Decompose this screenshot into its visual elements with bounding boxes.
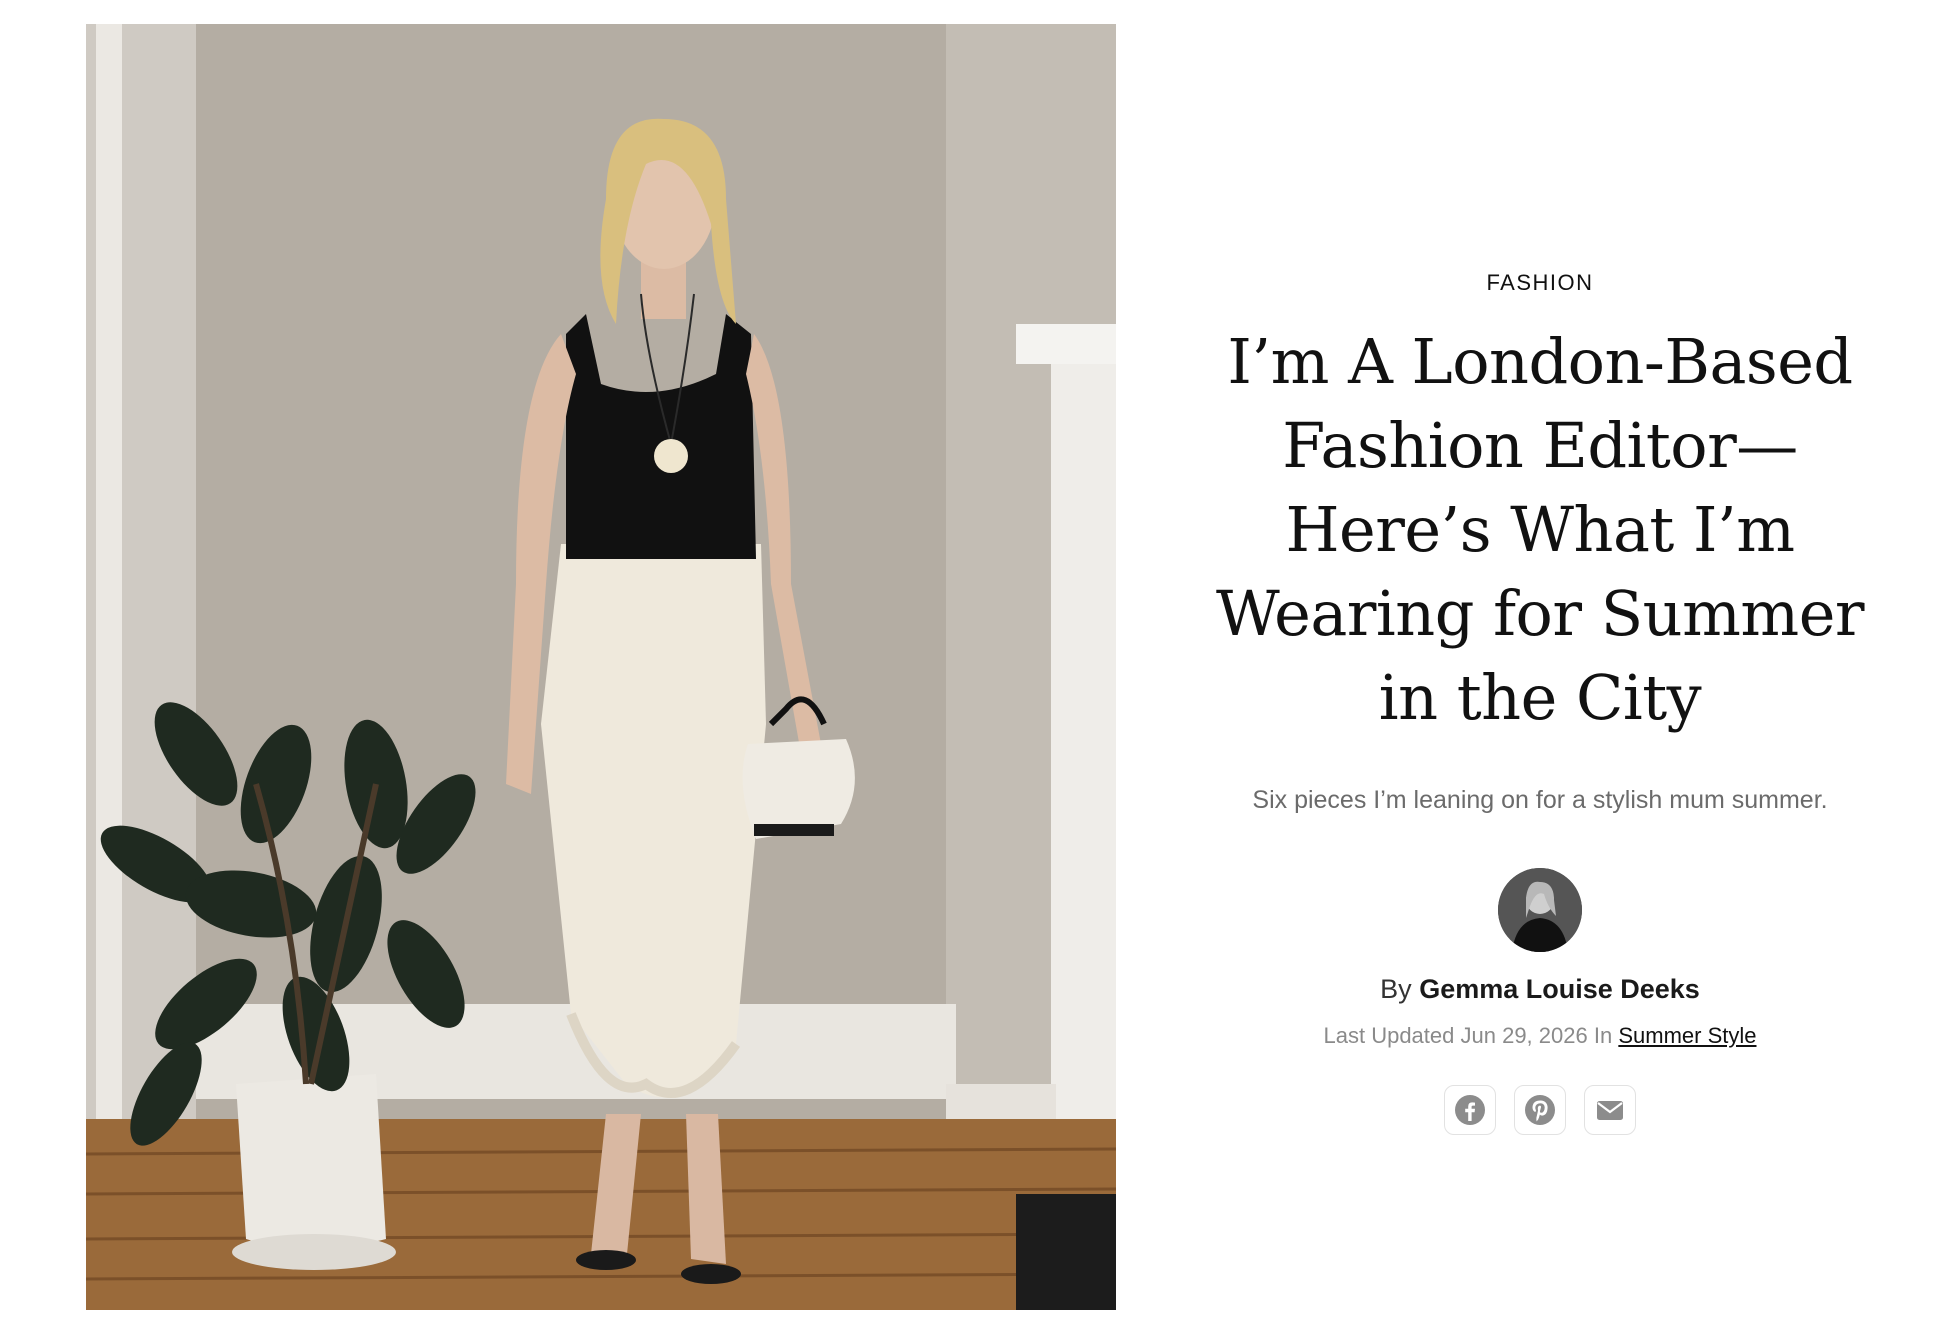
section-link[interactable]: Summer Style [1618,1023,1756,1048]
share-email-button[interactable] [1584,1085,1636,1135]
share-pinterest-button[interactable] [1514,1085,1566,1135]
share-buttons [1180,1085,1900,1135]
article-header: FASHION I’m A London-Based Fashion Edito… [1180,270,1900,815]
article-headline: I’m A London-Based Fashion Editor—Here’s… [1215,325,1865,734]
pinterest-icon [1525,1095,1555,1125]
in-label: In [1593,1023,1613,1048]
article-meta: Last Updated Jun 29, 2026 In Summer Styl… [1180,1023,1900,1049]
article-standfirst: Six pieces I’m leaning on for a stylish … [1252,786,1828,814]
updated-date: Jun 29, 2026 [1460,1023,1588,1048]
updated-prefix: Last Updated [1323,1023,1455,1048]
avatar-illustration [1498,868,1582,952]
byline-prefix: By [1380,974,1412,1004]
facebook-icon [1455,1095,1485,1125]
share-facebook-button[interactable] [1444,1085,1496,1135]
hero-illustration [86,24,1116,1310]
byline: By Gemma Louise Deeks [1180,974,1900,1005]
category-label[interactable]: FASHION [1180,270,1900,296]
email-icon [1597,1101,1623,1120]
byline-block: By Gemma Louise Deeks Last Updated Jun 2… [1180,868,1900,1135]
author-avatar[interactable] [1498,868,1582,952]
author-name[interactable]: Gemma Louise Deeks [1419,974,1700,1004]
hero-image [86,24,1116,1310]
